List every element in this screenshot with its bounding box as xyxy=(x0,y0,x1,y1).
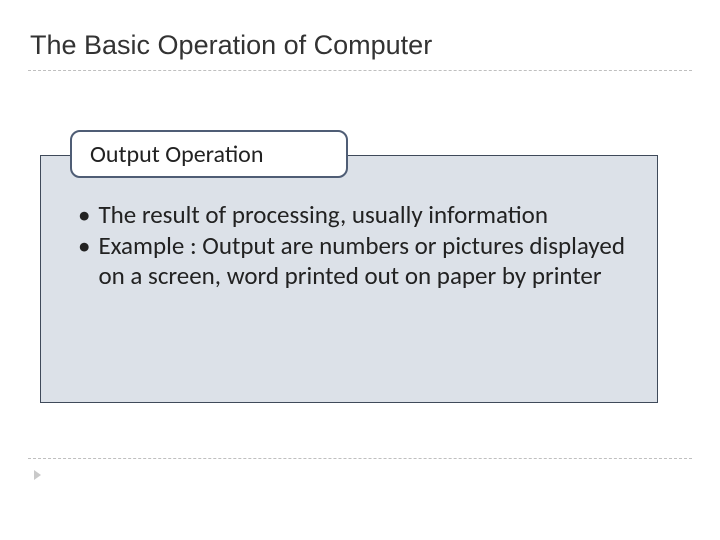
bullet-icon: • xyxy=(78,200,90,231)
list-item: • The result of processing, usually info… xyxy=(78,200,638,231)
bullet-list: • The result of processing, usually info… xyxy=(78,200,638,292)
divider-bottom xyxy=(28,458,692,459)
bullet-text: Example : Output are numbers or pictures… xyxy=(98,231,638,292)
heading-pill: Output Operation xyxy=(70,130,348,178)
play-icon xyxy=(34,470,41,480)
bullet-text: The result of processing, usually inform… xyxy=(98,200,638,231)
bullet-icon: • xyxy=(78,231,90,292)
slide: The Basic Operation of Computer Output O… xyxy=(0,0,720,540)
list-item: • Example : Output are numbers or pictur… xyxy=(78,231,638,292)
heading-text: Output Operation xyxy=(90,140,263,169)
divider-top xyxy=(28,70,692,71)
slide-title: The Basic Operation of Computer xyxy=(30,30,432,61)
